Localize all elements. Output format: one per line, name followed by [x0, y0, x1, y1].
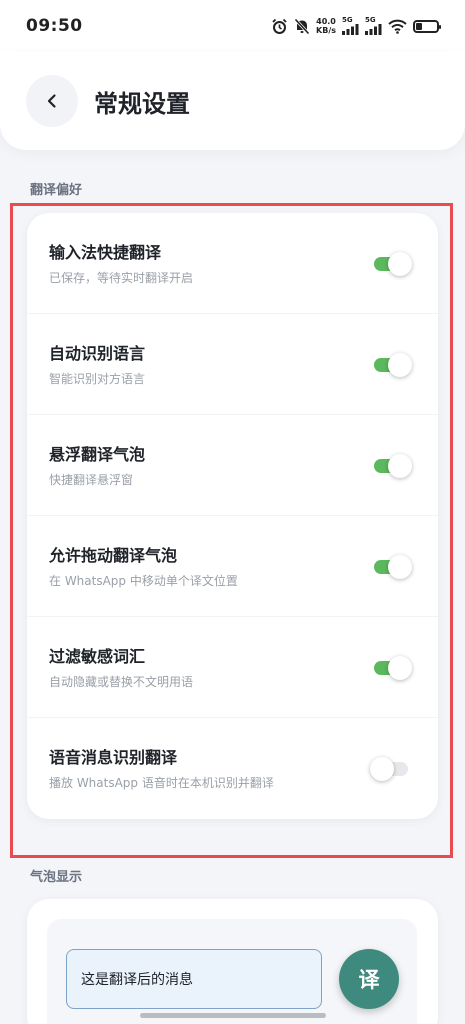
battery-icon	[413, 19, 441, 33]
setting-subtitle: 播放 WhatsApp 语音时在本机识别并翻译	[49, 776, 274, 790]
translation-prefs-card: 输入法快捷翻译 已保存，等待实时翻译开启 自动识别语言 智能识别对方语言 悬浮翻…	[27, 213, 438, 819]
wifi-icon	[388, 19, 407, 34]
status-icons: 40.0 KB/s 5G 5G	[271, 17, 441, 35]
setting-row-voice-message-translate: 语音消息识别翻译 播放 WhatsApp 语音时在本机识别并翻译	[27, 718, 438, 819]
toggle-knob	[388, 353, 412, 377]
section-label-translation-prefs: 翻译偏好	[30, 183, 83, 198]
net-speed-value: 40.0	[316, 17, 336, 26]
battery-level	[416, 22, 422, 30]
setting-row-auto-detect-language: 自动识别语言 智能识别对方语言	[27, 314, 438, 415]
toggle-switch[interactable]	[374, 454, 412, 478]
setting-subtitle: 快捷翻译悬浮窗	[49, 473, 134, 487]
setting-row-filter-sensitive-words: 过滤敏感词汇 自动隐藏或替换不文明用语	[27, 617, 438, 718]
toggle-knob	[388, 656, 412, 680]
toggle-knob	[388, 555, 412, 579]
signal-icon	[342, 24, 359, 35]
setting-subtitle: 在 WhatsApp 中移动单个译文位置	[49, 574, 238, 588]
bubble-display-card: 这是翻译后的消息 译	[27, 899, 438, 1024]
back-button[interactable]	[26, 75, 78, 127]
toggle-switch[interactable]	[370, 757, 412, 781]
toggle-switch[interactable]	[374, 555, 412, 579]
signal-indicator-2: 5G	[365, 17, 382, 35]
bubble-preview: 这是翻译后的消息 译	[47, 919, 417, 1024]
setting-subtitle: 智能识别对方语言	[49, 372, 146, 386]
mute-bell-icon	[294, 17, 310, 35]
translated-message-preview: 这是翻译后的消息	[66, 949, 322, 1009]
toggle-switch[interactable]	[374, 252, 412, 276]
signal-icon	[365, 24, 382, 35]
toggle-knob	[370, 757, 394, 781]
page-header: 常规设置	[0, 52, 465, 150]
setting-title: 输入法快捷翻译	[49, 243, 162, 262]
home-indicator[interactable]	[140, 1013, 326, 1018]
toggle-knob	[388, 252, 412, 276]
setting-subtitle: 已保存，等待实时翻译开启	[49, 271, 194, 285]
toggle-switch[interactable]	[374, 656, 412, 680]
setting-row-drag-bubble: 允许拖动翻译气泡 在 WhatsApp 中移动单个译文位置	[27, 516, 438, 617]
setting-subtitle: 自动隐藏或替换不文明用语	[49, 675, 194, 689]
signal-label-2: 5G	[365, 16, 376, 24]
status-time: 09:50	[26, 16, 83, 36]
network-speed: 40.0 KB/s	[316, 17, 336, 35]
section-label-bubble-display: 气泡显示	[30, 870, 83, 885]
signal-label-1: 5G	[342, 16, 353, 24]
setting-title: 悬浮翻译气泡	[49, 445, 146, 464]
setting-row-ime-quick-translate: 输入法快捷翻译 已保存，等待实时翻译开启	[27, 213, 438, 314]
alarm-icon	[271, 18, 288, 35]
net-speed-unit: KB/s	[316, 26, 336, 35]
setting-row-floating-bubble: 悬浮翻译气泡 快捷翻译悬浮窗	[27, 415, 438, 516]
setting-title: 自动识别语言	[49, 344, 146, 363]
page-title: 常规设置	[94, 90, 190, 118]
toggle-knob	[388, 454, 412, 478]
setting-title: 语音消息识别翻译	[49, 748, 178, 767]
toggle-switch[interactable]	[374, 353, 412, 377]
setting-title: 允许拖动翻译气泡	[49, 546, 178, 565]
signal-indicator-1: 5G	[342, 17, 359, 35]
chevron-left-icon	[47, 94, 56, 108]
setting-title: 过滤敏感词汇	[49, 647, 146, 666]
status-bar: 09:50 40.0 KB/s 5G 5G	[0, 0, 465, 52]
translate-fab-button[interactable]: 译	[339, 949, 399, 1009]
